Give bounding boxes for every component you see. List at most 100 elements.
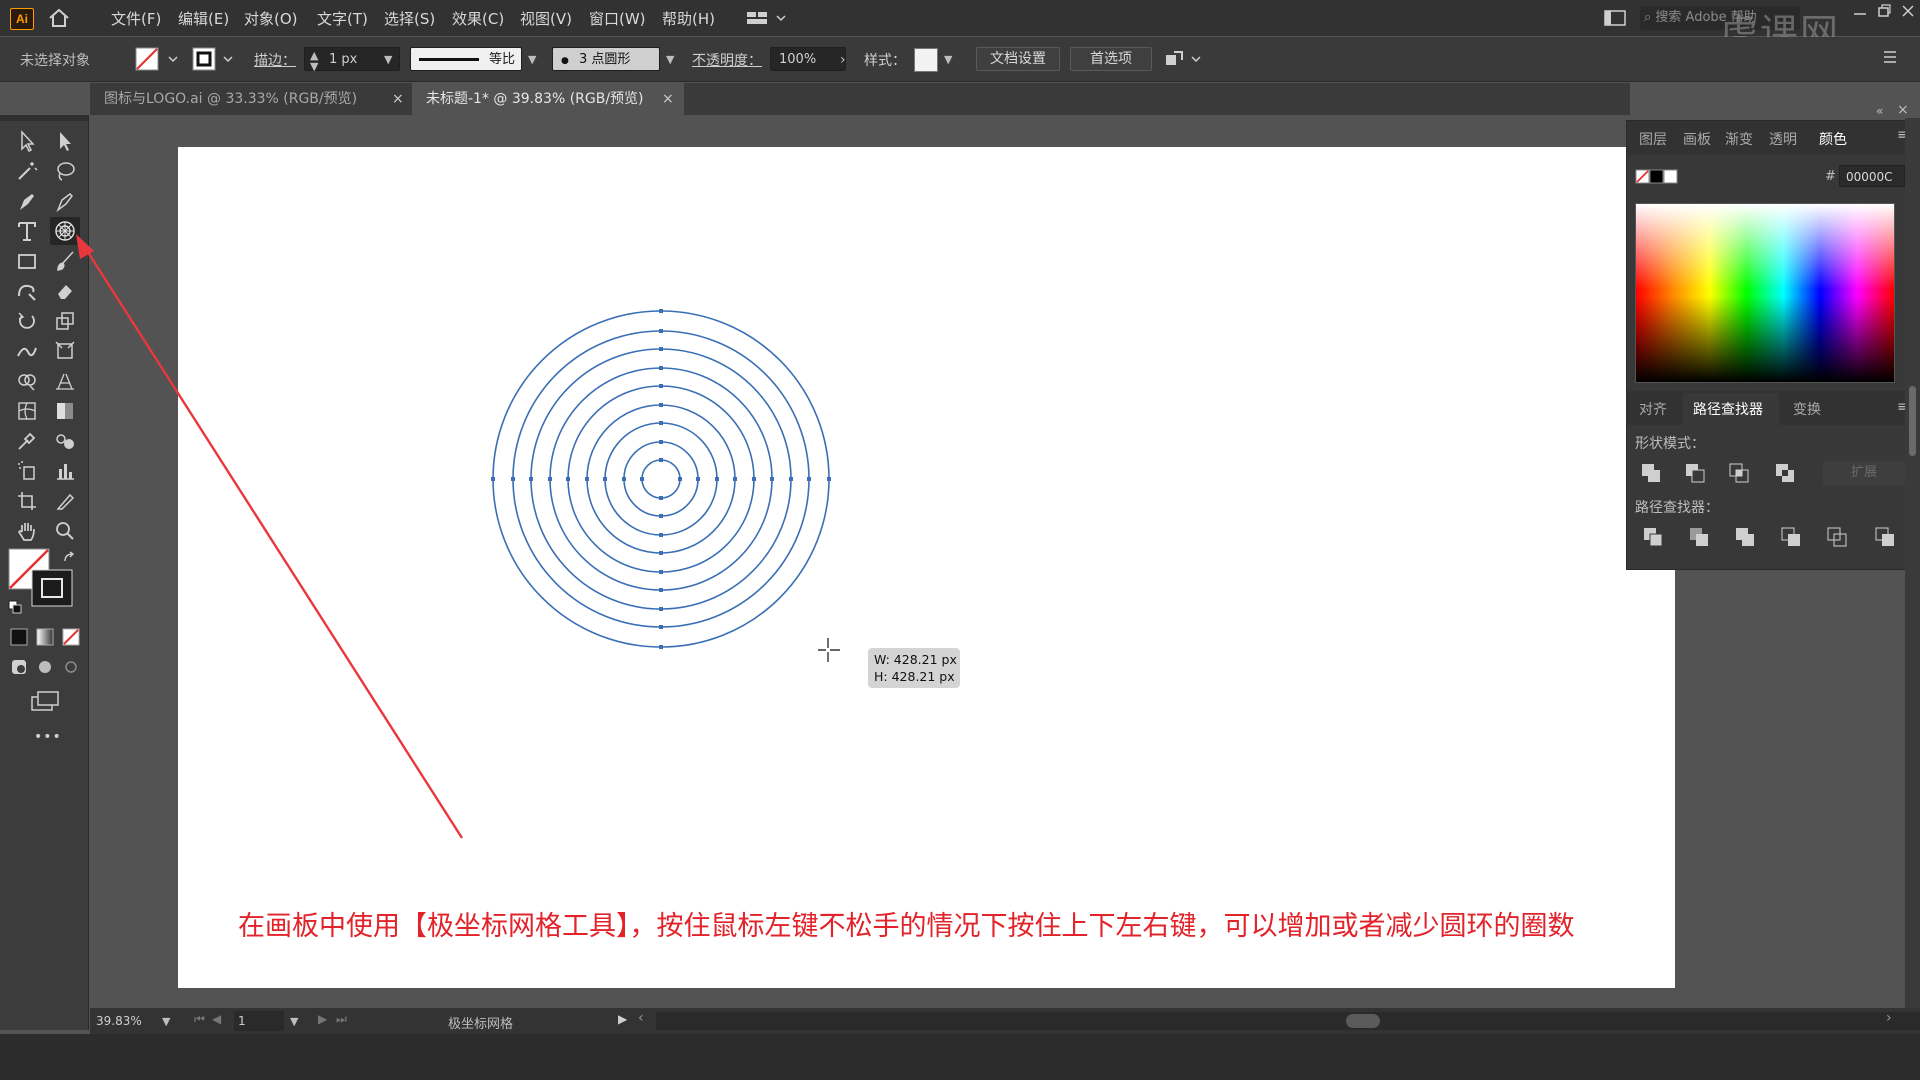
grid-ring bbox=[492, 310, 830, 648]
exclude-icon[interactable] bbox=[1773, 461, 1797, 485]
horizontal-scroll-thumb[interactable] bbox=[1346, 1014, 1380, 1028]
anchor-point bbox=[529, 477, 533, 481]
tab-gradient[interactable]: 渐变 bbox=[1725, 129, 1753, 149]
anchor-point bbox=[678, 477, 682, 481]
artboard-number: 1 bbox=[238, 1014, 246, 1028]
anchor-point bbox=[659, 309, 663, 313]
first-artboard-icon[interactable]: ⏮ bbox=[194, 1012, 205, 1027]
hex-input[interactable]: 00000C bbox=[1839, 165, 1905, 187]
anchor-point bbox=[603, 477, 607, 481]
status-bar: 39.83% ▼ ⏮ ◀ 1 ▼ ▶ ⏭ 极坐标网格 ▶ ‹ › bbox=[90, 1008, 1920, 1034]
right-panel-dock: 图层 画板 渐变 透明 颜色 ≡ # 00000C 对齐 路径查找器 变换 ≡ … bbox=[1626, 120, 1916, 570]
anchor-point bbox=[659, 347, 663, 351]
annotation-arrow bbox=[76, 234, 464, 839]
artboard-dropdown-icon[interactable]: ▼ bbox=[290, 1015, 298, 1028]
anchor-point bbox=[733, 477, 737, 481]
color-spectrum[interactable] bbox=[1635, 203, 1895, 383]
vertical-scroll-thumb[interactable] bbox=[1909, 386, 1916, 456]
divide-icon[interactable] bbox=[1641, 525, 1665, 549]
anchor-point bbox=[659, 421, 663, 425]
intersect-icon[interactable] bbox=[1727, 461, 1751, 485]
anchor-point bbox=[659, 384, 663, 388]
bottom-bar bbox=[0, 1034, 1920, 1080]
anchor-point bbox=[566, 477, 570, 481]
scroll-left-icon[interactable]: ‹ bbox=[638, 1010, 644, 1026]
anchor-point bbox=[659, 329, 663, 333]
anchor-point bbox=[640, 477, 644, 481]
anchor-point bbox=[659, 625, 663, 629]
shape-modes-label: 形状模式： bbox=[1635, 436, 1705, 452]
hex-label: # bbox=[1825, 169, 1836, 184]
tab-artboards[interactable]: 画板 bbox=[1683, 129, 1711, 149]
anchor-point bbox=[659, 588, 663, 592]
merge-icon[interactable] bbox=[1733, 525, 1757, 549]
anchor-point bbox=[659, 514, 663, 518]
trim-icon[interactable] bbox=[1687, 525, 1711, 549]
tab-transform[interactable]: 变换 bbox=[1793, 399, 1821, 419]
horizontal-scrollbar[interactable] bbox=[656, 1012, 1920, 1030]
vertical-scrollbar[interactable] bbox=[1905, 118, 1920, 1008]
grid-ring bbox=[641, 459, 681, 499]
crosshair-cursor-icon bbox=[818, 638, 840, 662]
zoom-value: 39.83% bbox=[96, 1014, 142, 1028]
anchor-point bbox=[622, 477, 626, 481]
current-tool-status: 极坐标网格 bbox=[448, 1017, 514, 1032]
anchor-point bbox=[696, 477, 700, 481]
grid-ring bbox=[549, 367, 773, 591]
anchor-point bbox=[659, 607, 663, 611]
grid-ring bbox=[623, 441, 699, 517]
outline-icon[interactable] bbox=[1825, 525, 1849, 549]
tooltip-height: H: 428.21 px bbox=[874, 669, 955, 684]
anchor-point bbox=[491, 477, 495, 481]
artboard-number-input[interactable]: 1 bbox=[234, 1011, 284, 1031]
polar-grid-object[interactable] bbox=[491, 309, 831, 649]
anchor-point bbox=[715, 477, 719, 481]
tab-align[interactable]: 对齐 bbox=[1639, 399, 1667, 419]
tab-color[interactable]: 颜色 bbox=[1819, 129, 1847, 149]
anchor-point bbox=[752, 477, 756, 481]
tutorial-caption: 在画板中使用【极坐标网格工具】，按住鼠标左键不松手的情况下按住上下左右键，可以增… bbox=[238, 911, 1575, 942]
last-artboard-icon[interactable]: ⏭ bbox=[336, 1012, 347, 1027]
anchor-point bbox=[548, 477, 552, 481]
color-swatches[interactable] bbox=[1635, 169, 1679, 185]
scroll-right-icon[interactable]: › bbox=[1886, 1010, 1892, 1026]
anchor-point bbox=[659, 440, 663, 444]
anchor-point bbox=[807, 477, 811, 481]
anchor-point bbox=[659, 496, 663, 500]
minus-back-icon[interactable] bbox=[1873, 525, 1897, 549]
anchor-point bbox=[789, 477, 793, 481]
dimension-tooltip: W: 428.21 px H: 428.21 px bbox=[868, 648, 960, 688]
expand-button[interactable]: 扩展 bbox=[1823, 461, 1905, 485]
collapse-panels-icon[interactable]: « bbox=[1876, 104, 1883, 118]
anchor-point bbox=[659, 403, 663, 407]
anchor-point bbox=[770, 477, 774, 481]
zoom-dropdown-icon[interactable]: ▼ bbox=[162, 1015, 170, 1028]
zoom-input[interactable]: 39.83% bbox=[96, 1011, 156, 1031]
anchor-point bbox=[659, 458, 663, 462]
minus-front-icon[interactable] bbox=[1683, 461, 1707, 485]
next-artboard-icon[interactable]: ▶ bbox=[318, 1012, 327, 1026]
tab-transparency[interactable]: 透明 bbox=[1769, 129, 1797, 149]
anchor-point bbox=[659, 533, 663, 537]
grid-ring bbox=[567, 385, 755, 573]
previous-artboard-icon[interactable]: ◀ bbox=[212, 1012, 221, 1026]
pathfinders-label: 路径查找器： bbox=[1635, 500, 1719, 516]
grid-ring bbox=[586, 404, 736, 554]
grid-ring bbox=[512, 330, 810, 628]
tab-layers[interactable]: 图层 bbox=[1639, 129, 1667, 149]
tab-pathfinder[interactable]: 路径查找器 bbox=[1693, 399, 1763, 419]
anchor-point bbox=[659, 366, 663, 370]
anchor-point bbox=[659, 645, 663, 649]
tooltip-width: W: 428.21 px bbox=[874, 652, 957, 667]
anchor-point bbox=[659, 570, 663, 574]
anchor-point bbox=[585, 477, 589, 481]
grid-ring bbox=[604, 422, 718, 536]
status-menu-icon[interactable]: ▶ bbox=[618, 1012, 627, 1026]
hex-value: 00000C bbox=[1846, 170, 1893, 184]
anchor-point bbox=[659, 551, 663, 555]
unite-icon[interactable] bbox=[1639, 461, 1663, 485]
crop-icon[interactable] bbox=[1779, 525, 1803, 549]
anchor-point bbox=[827, 477, 831, 481]
anchor-point bbox=[511, 477, 515, 481]
close-panels-icon[interactable]: × bbox=[1897, 102, 1909, 118]
